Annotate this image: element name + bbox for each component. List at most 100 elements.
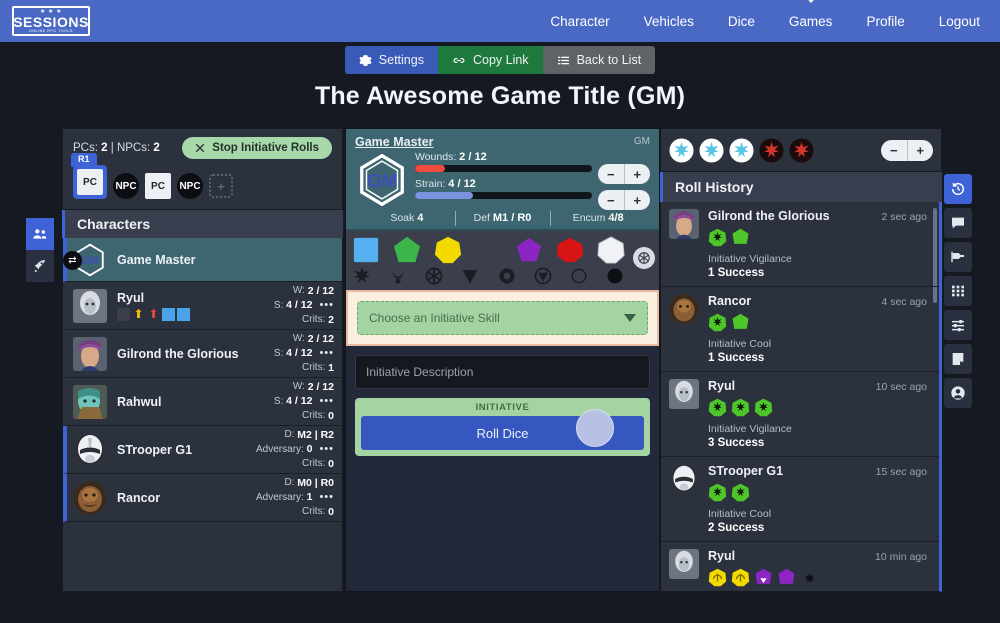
nav-link-character[interactable]: Character	[550, 10, 609, 33]
initiative-slot-1[interactable]: R1 PC	[71, 153, 107, 199]
ability-die-icon[interactable]	[393, 236, 421, 264]
character-stats: D: M2 | R2 Adversary: 0 ••• Crits: 0	[256, 428, 334, 471]
token-npc-2[interactable]: NPC	[177, 173, 203, 199]
back-to-list-button[interactable]: Back to List	[542, 46, 656, 74]
rail-button-sliders[interactable]	[944, 310, 972, 340]
strain-minus-button[interactable]: −	[598, 190, 625, 210]
token-pc-1[interactable]: PC	[77, 169, 103, 195]
red-die-icon[interactable]	[789, 137, 814, 163]
game-toolbar: Settings Copy Link Back to List	[0, 46, 1000, 74]
gm-hex-icon: GM	[360, 153, 404, 207]
rail-button-grid[interactable]	[944, 276, 972, 306]
defence-cell: Def M1 / R0	[454, 211, 551, 226]
white-die-icon[interactable]	[729, 137, 754, 163]
roll-history-dice	[708, 483, 931, 502]
character-row-rahwul[interactable]: Rahwul W: 2 / 12 S: 4 / 12 ••• Crits: 0	[63, 378, 342, 426]
nav-link-dice[interactable]: Dice	[728, 10, 755, 33]
dice-tray	[346, 231, 659, 290]
roll-history-list[interactable]: Gilrond the Glorious Initiative Vigilanc…	[660, 202, 942, 592]
roll-history-item[interactable]: Rancor Initiative Cool 1 Success 4 sec a…	[661, 287, 939, 372]
stat-label: Crits:	[302, 506, 326, 518]
nav-link-profile[interactable]: Profile	[866, 10, 904, 33]
threat-icon[interactable]	[460, 266, 480, 286]
roll-history-item[interactable]: Ryul 10 min ago	[661, 542, 939, 591]
roll-dice-button[interactable]: Roll Dice	[361, 409, 644, 450]
force-die-icon[interactable]	[597, 236, 625, 264]
setback-die-icon[interactable]	[474, 236, 502, 264]
white-die-icon[interactable]	[669, 137, 694, 163]
token-npc-1[interactable]: NPC	[113, 173, 139, 199]
swap-icon[interactable]: ⇄	[63, 250, 82, 270]
initiative-description-input[interactable]: Initiative Description	[355, 355, 650, 389]
rail-button-user[interactable]	[944, 378, 972, 408]
yellow-die-icon	[731, 568, 750, 587]
force-light-icon[interactable]	[424, 266, 444, 286]
roll-history-item[interactable]: STrooper G1 Initiative Cool 2 Success 15…	[661, 457, 939, 542]
despair-icon[interactable]	[497, 266, 517, 286]
svg-text:GM: GM	[81, 255, 99, 267]
wounds-minus-button[interactable]: −	[598, 164, 625, 184]
rail-button-map-pin[interactable]	[944, 242, 972, 272]
avatar	[669, 379, 699, 409]
character-row-gilrond[interactable]: Gilrond the Glorious W: 2 / 12 S: 4 / 12…	[63, 330, 342, 378]
wounds-plus-button[interactable]: +	[625, 164, 651, 184]
rail-button-rocket[interactable]	[26, 250, 54, 282]
failure-icon[interactable]	[533, 266, 553, 286]
character-row-strooper-g1[interactable]: STrooper G1 D: M2 | R2 Adversary: 0 ••• C…	[63, 426, 342, 474]
status-chip[interactable]	[177, 307, 190, 321]
triumph-icon[interactable]	[388, 266, 408, 286]
row-menu-button[interactable]: •••	[319, 394, 334, 409]
counts-separator: |	[110, 142, 114, 154]
boost-die-icon[interactable]	[352, 236, 380, 264]
status-chip[interactable]	[162, 307, 175, 321]
pool-minus-button[interactable]: −	[881, 139, 908, 161]
initiative-skill-select[interactable]: Choose an Initiative Skill	[357, 301, 648, 335]
rail-button-chat[interactable]	[944, 208, 972, 238]
nav-link-vehicles[interactable]: Vehicles	[644, 10, 694, 33]
def-label: Def	[473, 212, 490, 224]
row-menu-button[interactable]: •••	[319, 346, 334, 361]
status-chip[interactable]	[117, 307, 130, 321]
status-chip-up-red[interactable]: ⬆	[147, 307, 160, 321]
row-menu-button[interactable]: •••	[319, 298, 334, 313]
copy-link-label: Copy Link	[472, 53, 529, 67]
white-die-icon[interactable]	[699, 137, 724, 163]
stat-value: 2	[328, 313, 334, 326]
rail-button-note[interactable]	[944, 344, 972, 374]
nav-link-logout[interactable]: Logout	[939, 10, 980, 33]
dice-settings-button[interactable]	[633, 247, 655, 269]
row-menu-button[interactable]: •••	[319, 442, 334, 457]
sliders-icon	[952, 319, 964, 332]
sessions-logo[interactable]: ★ ★ ★ SESSIONS ONLINE RPG TOOLS	[12, 6, 90, 36]
black-circle-icon[interactable]	[605, 266, 625, 286]
token-pc-2[interactable]: PC	[145, 173, 171, 199]
link-icon	[453, 57, 465, 63]
gm-card-title[interactable]: Game Master	[355, 135, 650, 149]
roll-history-item[interactable]: Ryul Initiative Vigilance 3 Success 10 s…	[661, 372, 939, 457]
gm-card-body: GM Wounds: 2 / 12 Strain: 4 / 12 − + − +	[355, 151, 650, 210]
proficiency-die-icon[interactable]	[434, 236, 462, 264]
copy-link-button[interactable]: Copy Link	[437, 46, 543, 74]
stat-label: Crits:	[302, 410, 326, 422]
settings-button[interactable]: Settings	[344, 46, 438, 74]
row-menu-button[interactable]: •••	[319, 490, 334, 505]
character-row-game-master[interactable]: ⇄ GM Game Master	[63, 238, 342, 282]
red-die-icon[interactable]	[759, 137, 784, 163]
rail-button-history[interactable]	[944, 174, 972, 204]
purple-die-icon	[778, 568, 795, 584]
character-row-rancor[interactable]: Rancor D: M0 | R0 Adversary: 1 ••• Crits:…	[63, 474, 342, 522]
roll-history-item[interactable]: Gilrond the Glorious Initiative Vigilanc…	[661, 202, 939, 287]
rail-button-characters[interactable]	[26, 218, 54, 250]
challenge-die-icon[interactable]	[556, 236, 584, 264]
advantage-icon[interactable]	[352, 266, 372, 286]
status-chip-up-yellow[interactable]: ⬆	[132, 307, 145, 321]
strain-plus-button[interactable]: +	[625, 190, 651, 210]
yellow-die-icon	[708, 568, 727, 587]
blank-circle-icon[interactable]	[569, 266, 589, 286]
stop-initiative-rolls-button[interactable]: Stop Initiative Rolls	[182, 137, 332, 159]
nav-link-games[interactable]: Games	[789, 10, 833, 33]
add-initiative-slot-button[interactable]: +	[209, 174, 233, 198]
difficulty-die-icon[interactable]	[515, 236, 543, 264]
character-row-ryul[interactable]: Ryul ⬆ ⬆ W: 2 / 12 S: 4 / 12 ••• Crits: 2	[63, 282, 342, 330]
pool-plus-button[interactable]: +	[908, 140, 934, 161]
